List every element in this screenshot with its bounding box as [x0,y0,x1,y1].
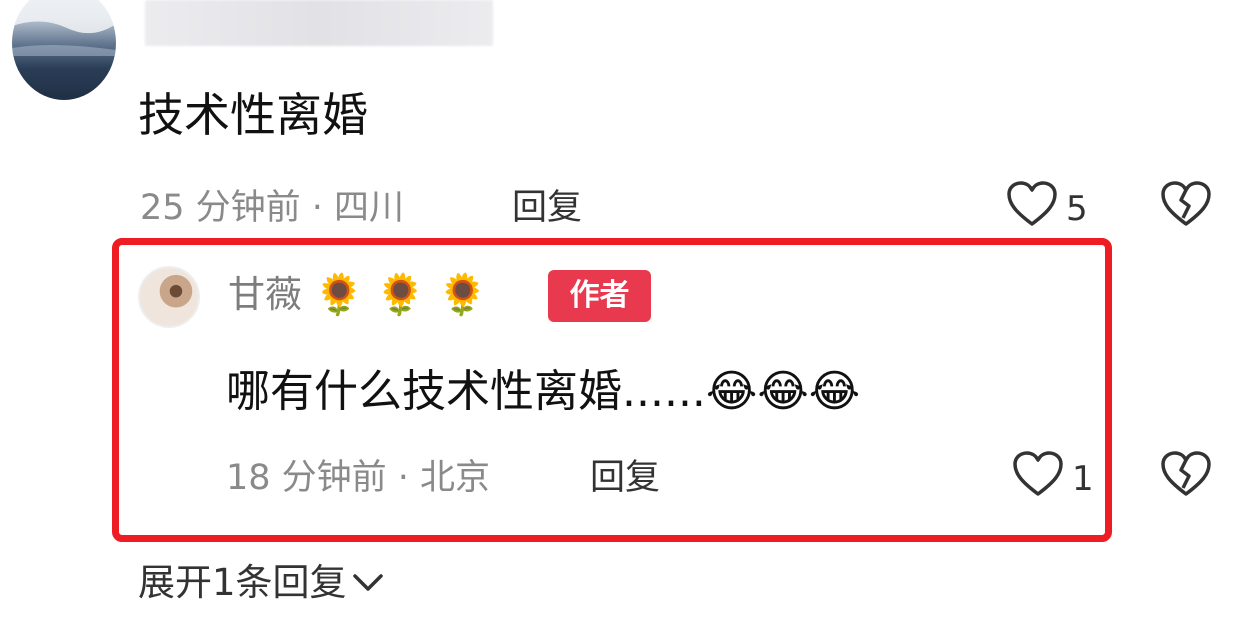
broken-heart-icon [1160,181,1212,232]
heart-outline-icon [1006,180,1058,237]
laughing-crying-emoji: 😂 [705,366,758,417]
reply-text-line: 哪有什么技术性离婚......😂😂😂 [226,362,860,422]
commenter-name-blurred [145,0,493,46]
sunflower-icon: 🌻 [375,272,426,318]
heart-outline-icon [1012,450,1064,507]
expand-replies-label: 展开1条回复 [138,561,347,604]
reply-like-button[interactable]: 1 [1012,450,1094,507]
comment-dislike-button[interactable] [1160,180,1212,232]
sunflower-icon: 🌻 [437,272,488,318]
reply-text: 哪有什么技术性离婚...... [226,366,706,417]
commenter-avatar[interactable] [12,0,116,100]
reply-meta: 18 分钟前 · 北京 [226,458,491,498]
comment-text: 技术性离婚 [138,88,368,142]
expand-replies-button[interactable]: 展开1条回复 [138,558,385,608]
chevron-down-icon [351,558,385,608]
laughing-crying-emoji: 😂 [808,366,861,417]
comment-like-count: 5 [1066,188,1088,229]
reply-reply-button[interactable]: 回复 [590,456,660,500]
comment-reply-button[interactable]: 回复 [512,186,582,230]
sunflower-icon: 🌻 [314,272,364,318]
reply-header: 甘薇 🌻 🌻 🌻 [228,270,487,320]
author-avatar[interactable] [138,266,200,328]
comment-like-button[interactable]: 5 [1006,180,1088,237]
comment-meta: 25 分钟前 · 四川 [140,188,405,228]
author-name[interactable]: 甘薇 [228,270,302,320]
author-badge: 作者 [548,270,651,322]
reply-dislike-button[interactable] [1160,450,1212,502]
laughing-crying-emoji: 😂 [757,366,809,417]
broken-heart-icon [1160,451,1212,502]
reply-like-count: 1 [1072,458,1094,499]
